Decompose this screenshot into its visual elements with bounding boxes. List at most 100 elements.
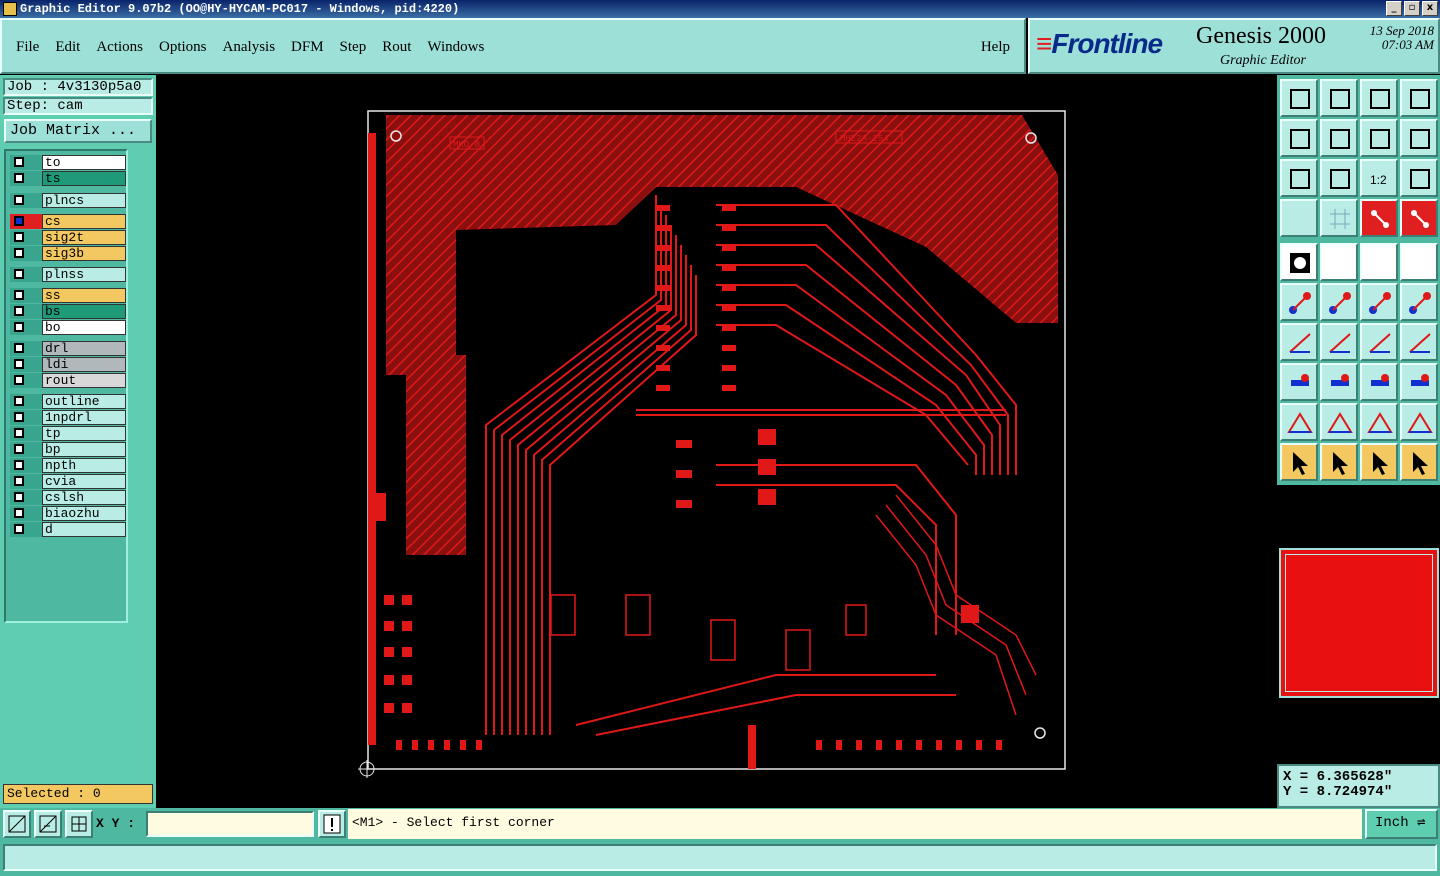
center-icon[interactable] xyxy=(1320,159,1358,197)
settings-icon[interactable] xyxy=(1280,199,1318,237)
layer-checkbox[interactable] xyxy=(10,522,42,537)
layer-checkbox[interactable] xyxy=(10,171,42,186)
graphic-canvas[interactable]: MKO-8 MHE2A-254 xyxy=(156,75,1276,808)
scale-icon[interactable]: 1:2 xyxy=(1360,159,1398,197)
layer-row[interactable]: sig2t xyxy=(8,230,126,245)
menu-analysis[interactable]: Analysis xyxy=(223,39,276,56)
layer-name[interactable]: outline xyxy=(42,394,126,409)
layer-name[interactable]: tp xyxy=(42,426,126,441)
maximize-button[interactable]: ▫ xyxy=(1404,1,1420,16)
dot-icon[interactable] xyxy=(1400,243,1438,281)
layer-checkbox[interactable] xyxy=(10,506,42,521)
alert-icon[interactable] xyxy=(318,810,346,838)
layer-name[interactable]: ldi xyxy=(42,357,126,372)
minimize-button[interactable]: _ xyxy=(1386,1,1402,16)
arc-icon[interactable] xyxy=(1360,323,1398,361)
layer-name[interactable]: bo xyxy=(42,320,126,335)
xy-input[interactable] xyxy=(146,811,314,837)
line-connect-icon[interactable] xyxy=(1360,283,1398,321)
menu-rout[interactable]: Rout xyxy=(382,39,411,56)
layer-checkbox[interactable] xyxy=(10,373,42,388)
ruler-icon[interactable] xyxy=(1360,243,1398,281)
layer-row[interactable]: bp xyxy=(8,442,126,457)
pan-right-icon[interactable] xyxy=(1320,119,1358,157)
shape-icon[interactable] xyxy=(1320,243,1358,281)
layer-checkbox[interactable] xyxy=(10,410,42,425)
blob-icon[interactable] xyxy=(1400,363,1438,401)
menu-actions[interactable]: Actions xyxy=(96,39,143,56)
layer-row[interactable]: bs xyxy=(8,304,126,319)
triangle-c-icon[interactable] xyxy=(1360,403,1398,441)
layer-row[interactable]: ss xyxy=(8,288,126,303)
layer-row[interactable]: cs xyxy=(8,214,126,229)
triangle-b-icon[interactable] xyxy=(1320,403,1358,441)
menu-dfm[interactable]: DFM xyxy=(291,39,324,56)
layer-checkbox[interactable] xyxy=(10,288,42,303)
pad-icon[interactable] xyxy=(1280,243,1318,281)
help-icon[interactable] xyxy=(1400,159,1438,197)
layer-row[interactable]: biaozhu xyxy=(8,506,126,521)
layer-checkbox[interactable] xyxy=(10,230,42,245)
pcb-drawing[interactable]: MKO-8 MHE2A-254 xyxy=(156,75,1276,808)
measure-icon[interactable] xyxy=(34,810,62,838)
home-icon[interactable] xyxy=(1360,79,1398,117)
cross-icon[interactable] xyxy=(1320,283,1358,321)
minus-icon[interactable] xyxy=(1320,363,1358,401)
pan-left-icon[interactable] xyxy=(1280,119,1318,157)
layer-checkbox[interactable] xyxy=(10,442,42,457)
layer-checkbox[interactable] xyxy=(10,267,42,282)
layer-row[interactable]: ts xyxy=(8,171,126,186)
route-icon[interactable] xyxy=(1400,443,1438,481)
grid-toggle-icon[interactable] xyxy=(1320,199,1358,237)
layer-name[interactable]: rout xyxy=(42,373,126,388)
layer-row[interactable]: drl xyxy=(8,341,126,356)
triangle-d-icon[interactable] xyxy=(1400,403,1438,441)
layer-row[interactable]: plncs xyxy=(8,193,126,208)
redraw-icon[interactable] xyxy=(1400,119,1438,157)
layer-name[interactable]: sig2t xyxy=(42,230,126,245)
layer-checkbox[interactable] xyxy=(10,474,42,489)
layer-name[interactable]: ts xyxy=(42,171,126,186)
layer-row[interactable]: 1npdrl xyxy=(8,410,126,425)
undo-zoom-icon[interactable] xyxy=(1360,119,1398,157)
zoom-in-icon[interactable] xyxy=(1320,79,1358,117)
slash-icon[interactable] xyxy=(1320,323,1358,361)
layer-checkbox[interactable] xyxy=(10,304,42,319)
layer-name[interactable]: d xyxy=(42,522,126,537)
layer-checkbox[interactable] xyxy=(10,426,42,441)
layer-checkbox[interactable] xyxy=(10,394,42,409)
line-node-icon[interactable] xyxy=(1400,283,1438,321)
layer-row[interactable]: cslsh xyxy=(8,490,126,505)
layer-checkbox[interactable] xyxy=(10,246,42,261)
triangle-a-icon[interactable] xyxy=(1280,403,1318,441)
zoom-home-icon[interactable] xyxy=(1280,79,1318,117)
layer-name[interactable]: to xyxy=(42,155,126,170)
grid-icon[interactable] xyxy=(65,810,93,838)
unit-selector[interactable]: Inch ⇌ xyxy=(1365,809,1438,839)
layer-row[interactable]: ldi xyxy=(8,357,126,372)
layer-checkbox[interactable] xyxy=(10,341,42,356)
layer-name[interactable]: sig3b xyxy=(42,246,126,261)
layer-name[interactable]: npth xyxy=(42,458,126,473)
layer-name[interactable]: ss xyxy=(42,288,126,303)
layer-name[interactable]: 1npdrl xyxy=(42,410,126,425)
layer-row[interactable]: sig3b xyxy=(8,246,126,261)
layer-row[interactable]: npth xyxy=(8,458,126,473)
layer-name[interactable]: cs xyxy=(42,214,126,229)
layer-row[interactable]: to xyxy=(8,155,126,170)
active-layer-preview[interactable] xyxy=(1279,548,1439,698)
layer-row[interactable]: plnss xyxy=(8,267,126,282)
split-view-icon[interactable] xyxy=(1400,79,1438,117)
layer-checkbox[interactable] xyxy=(10,458,42,473)
layer-row[interactable]: tp xyxy=(8,426,126,441)
layer-name[interactable]: plncs xyxy=(42,193,126,208)
frame-icon[interactable] xyxy=(1360,363,1398,401)
snap-icon[interactable] xyxy=(3,810,31,838)
layer-row[interactable]: outline xyxy=(8,394,126,409)
layer-name[interactable]: drl xyxy=(42,341,126,356)
layer-checkbox[interactable] xyxy=(10,320,42,335)
layer-name[interactable]: plnss xyxy=(42,267,126,282)
layer-name[interactable]: cslsh xyxy=(42,490,126,505)
pointer-box-icon[interactable] xyxy=(1360,443,1398,481)
layer-name[interactable]: bp xyxy=(42,442,126,457)
